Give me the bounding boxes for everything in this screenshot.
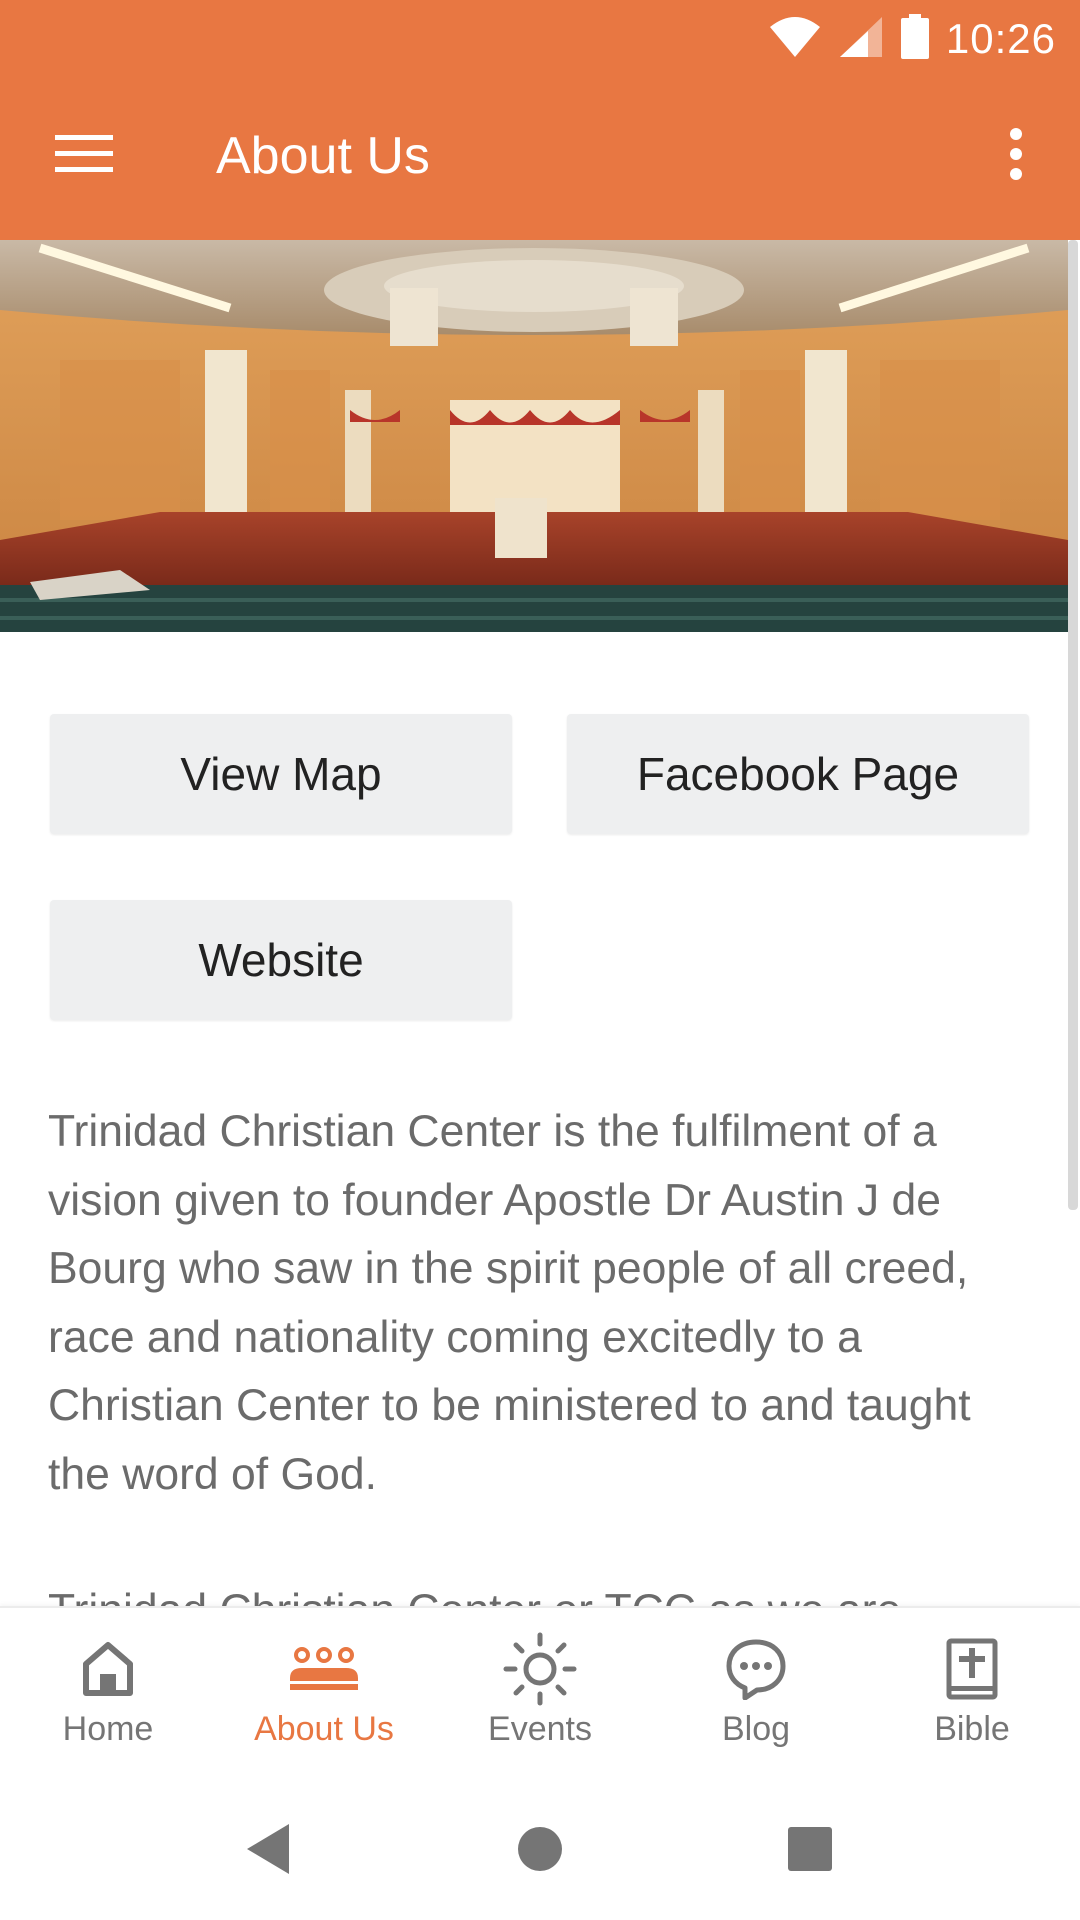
home-icon <box>81 1636 135 1702</box>
scrollbar[interactable] <box>1068 240 1078 1210</box>
nav-item-events[interactable]: Events <box>432 1608 648 1780</box>
description-paragraph-1: Trinidad Christian Center is the fulfilm… <box>48 1107 971 1499</box>
nav-item-home[interactable]: Home <box>0 1608 216 1780</box>
top-bar: 10:26 About Us <box>0 0 1080 240</box>
view-map-button[interactable]: View Map <box>50 714 512 834</box>
facebook-page-button[interactable]: Facebook Page <box>567 714 1029 834</box>
nav-label-bible: Bible <box>934 1710 1010 1748</box>
signal-icon <box>838 15 884 64</box>
wifi-icon <box>768 15 822 64</box>
nav-label-about-us: About Us <box>254 1710 394 1748</box>
hamburger-menu-icon[interactable] <box>40 118 128 190</box>
nav-item-blog[interactable]: Blog <box>648 1608 864 1780</box>
more-vertical-icon[interactable] <box>988 118 1044 190</box>
battery-icon <box>900 13 930 65</box>
church-sanctuary-image <box>0 240 1068 632</box>
system-navigation-bar <box>0 1778 1080 1920</box>
page-title: About Us <box>216 127 430 185</box>
about-description: Trinidad Christian Center is the fulfilm… <box>48 1098 1008 1646</box>
nav-label-home: Home <box>62 1710 154 1748</box>
nav-label-events: Events <box>488 1710 592 1748</box>
nav-item-about-us[interactable]: About Us <box>216 1608 432 1780</box>
nav-label-blog: Blog <box>721 1710 791 1748</box>
people-group-icon <box>288 1636 360 1702</box>
bible-book-icon <box>946 1636 998 1702</box>
sun-icon <box>503 1632 577 1706</box>
status-time: 10:26 <box>945 15 1056 62</box>
app-screen: 10:26 About Us View Map Facebook Page We… <box>0 0 1080 1920</box>
chat-bubble-icon <box>725 1636 787 1702</box>
home-circle-icon[interactable] <box>505 1814 575 1884</box>
bottom-navigation: Home About Us Events Blog Bible <box>0 1606 1080 1778</box>
app-bar: About Us <box>0 76 1080 240</box>
status-icons: 10:26 <box>768 13 1056 65</box>
status-bar: 10:26 <box>0 0 1080 76</box>
website-button[interactable]: Website <box>50 900 512 1020</box>
back-icon[interactable] <box>232 1814 302 1884</box>
recents-square-icon[interactable] <box>775 1814 845 1884</box>
nav-item-bible[interactable]: Bible <box>864 1608 1080 1780</box>
